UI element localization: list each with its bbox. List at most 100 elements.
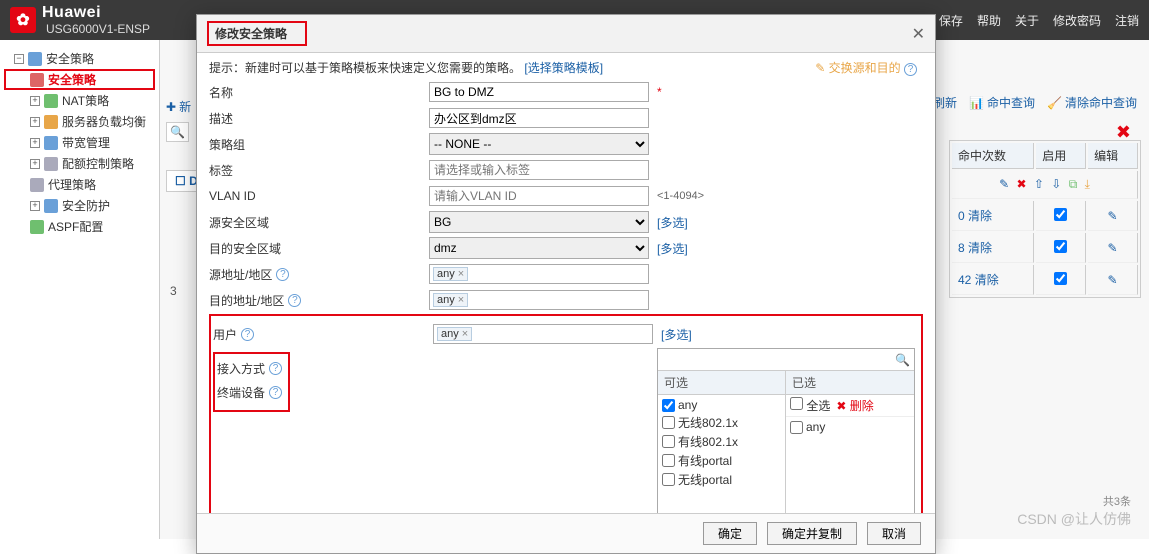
plus-icon[interactable]: + xyxy=(30,96,40,106)
search-icon[interactable]: 🔍 xyxy=(166,122,189,142)
minus-icon[interactable]: − xyxy=(14,54,24,64)
new-button[interactable]: ✚ 新 xyxy=(166,98,191,115)
remove-tag-icon[interactable]: × xyxy=(462,328,468,340)
brand-logo: ✿ Huawei USG6000V1-ENSP xyxy=(10,4,150,36)
edit-row-icon[interactable]: ✎ xyxy=(1108,273,1118,287)
dialog-title: 修改安全策略 xyxy=(207,21,307,46)
dialog-titlebar: 修改安全策略 ✕ xyxy=(197,15,935,53)
tree-item-slb[interactable]: +服务器负载均衡 xyxy=(4,111,155,132)
remove-tag-icon[interactable]: × xyxy=(458,268,464,280)
user-label: 用户? xyxy=(213,326,433,343)
group-select[interactable]: -- NONE -- xyxy=(429,133,649,155)
move-down-icon[interactable]: ⇩ xyxy=(1051,177,1061,191)
plus-icon[interactable]: + xyxy=(30,117,40,127)
slb-icon xyxy=(44,115,58,129)
help-link[interactable]: 帮助 xyxy=(977,12,1001,29)
option-wireless-portal[interactable]: 无线portal xyxy=(662,470,781,489)
device-model: USG6000V1-ENSP xyxy=(46,22,150,36)
multi-select-link[interactable]: [多选] xyxy=(661,326,692,343)
selected-list: any xyxy=(786,417,914,513)
option-wired-portal[interactable]: 有线portal xyxy=(662,451,781,470)
tag-chip[interactable]: any× xyxy=(433,293,468,307)
tree-item-proxy[interactable]: 代理策略 xyxy=(4,174,155,195)
bulk-action-row: ✎ ✖ ⇧ ⇩ ⧉ ⤓ xyxy=(952,171,1138,199)
enable-checkbox[interactable] xyxy=(1054,208,1067,221)
plus-icon[interactable]: + xyxy=(30,138,40,148)
help-icon[interactable]: ? xyxy=(904,63,917,76)
table-row: 8 清除 ✎ xyxy=(952,233,1138,263)
export-icon[interactable]: ⤓ xyxy=(1085,177,1090,191)
hit-query-button[interactable]: 📊 命中查询 xyxy=(969,94,1035,111)
move-up-icon[interactable]: ⇧ xyxy=(1034,177,1044,191)
swap-src-dst-link[interactable]: ✎ 交换源和目的 ? xyxy=(815,59,917,76)
user-field[interactable]: any× xyxy=(433,324,653,344)
tree-item-aspf[interactable]: ASPF配置 xyxy=(4,216,155,237)
srcaddr-label: 源地址/地区? xyxy=(209,266,429,283)
plus-icon[interactable]: + xyxy=(30,159,40,169)
dialog-cancel-button[interactable]: 取消 xyxy=(867,522,921,545)
name-input[interactable] xyxy=(429,82,649,102)
enable-checkbox[interactable] xyxy=(1054,272,1067,285)
search-icon[interactable]: 🔍 xyxy=(895,353,910,367)
dstzone-select[interactable]: dmz xyxy=(429,237,649,259)
option-wired-8021x[interactable]: 有线802.1x xyxy=(662,432,781,451)
srcaddr-field[interactable]: any× xyxy=(429,264,649,284)
tag-chip[interactable]: any× xyxy=(433,267,468,281)
hits-cell[interactable]: 0 清除 xyxy=(952,201,1034,231)
srczone-select[interactable]: BG xyxy=(429,211,649,233)
edit-icon[interactable]: ✎ xyxy=(999,177,1009,191)
dstaddr-field[interactable]: any× xyxy=(429,290,649,310)
table-row: 0 清除 ✎ xyxy=(952,201,1138,231)
delete-selected-button[interactable]: ✖ 删除 xyxy=(836,397,873,414)
help-icon[interactable]: ? xyxy=(241,328,254,341)
proxy-icon xyxy=(30,178,44,192)
hits-cell[interactable]: 8 清除 xyxy=(952,233,1034,263)
picker-search[interactable]: 🔍 xyxy=(658,349,914,371)
tree-item-security-policy[interactable]: 安全策略 xyxy=(4,69,155,90)
close-icon[interactable]: ✕ xyxy=(912,24,925,44)
about-link[interactable]: 关于 xyxy=(1015,12,1039,29)
hits-cell[interactable]: 42 清除 xyxy=(952,265,1034,295)
save-link[interactable]: 保存 xyxy=(939,12,963,29)
help-icon[interactable]: ? xyxy=(276,268,289,281)
copy-icon[interactable]: ⧉ xyxy=(1069,177,1078,191)
edit-row-icon[interactable]: ✎ xyxy=(1108,241,1118,255)
dialog-ok-copy-button[interactable]: 确定并复制 xyxy=(767,522,857,545)
logout-link[interactable]: 注销 xyxy=(1115,12,1139,29)
plus-icon[interactable]: + xyxy=(30,201,40,211)
help-icon[interactable]: ? xyxy=(288,294,301,307)
remove-tag-icon[interactable]: × xyxy=(458,294,464,306)
available-list: any 无线802.1x 有线802.1x 有线portal 无线portal xyxy=(658,395,785,513)
select-template-link[interactable]: [选择策略模板] xyxy=(524,61,603,75)
help-icon[interactable]: ? xyxy=(269,362,282,375)
tree-item-bandwidth[interactable]: +带宽管理 xyxy=(4,132,155,153)
highlighted-region: 用户?any×[多选] 接入方式? 终端设备? 🔍 可选 any xyxy=(209,314,923,513)
multi-select-link[interactable]: [多选] xyxy=(657,214,688,231)
tree-root[interactable]: −安全策略 xyxy=(4,48,155,69)
option-wireless-8021x[interactable]: 无线802.1x xyxy=(662,413,781,432)
change-pwd-link[interactable]: 修改密码 xyxy=(1053,12,1101,29)
clear-hit-button[interactable]: 🧹 清除命中查询 xyxy=(1047,94,1137,111)
tag-input[interactable] xyxy=(429,160,649,180)
dialog-ok-button[interactable]: 确定 xyxy=(703,522,757,545)
vlan-range: <1-4094> xyxy=(657,190,704,202)
enable-checkbox[interactable] xyxy=(1054,240,1067,253)
desc-input[interactable] xyxy=(429,108,649,128)
tree-item-security-defense[interactable]: +安全防护 xyxy=(4,195,155,216)
nav-tree: −安全策略 安全策略 +NAT策略 +服务器负载均衡 +带宽管理 +配额控制策略… xyxy=(0,40,160,539)
help-icon[interactable]: ? xyxy=(269,386,282,399)
delete-icon[interactable]: ✖ xyxy=(1016,177,1026,191)
watermark: CSDN @让人仿佛 xyxy=(1017,509,1131,529)
vlan-input[interactable] xyxy=(429,186,649,206)
selected-toolbar: 全选 ✖ 删除 xyxy=(786,395,914,417)
folder-icon xyxy=(28,52,42,66)
option-any[interactable]: any xyxy=(662,397,781,413)
access-method-picker: 🔍 可选 any 无线802.1x 有线802.1x 有线portal 无线po… xyxy=(657,348,915,513)
tree-item-nat[interactable]: +NAT策略 xyxy=(4,90,155,111)
tree-item-quota[interactable]: +配额控制策略 xyxy=(4,153,155,174)
multi-select-link[interactable]: [多选] xyxy=(657,240,688,257)
select-all-checkbox[interactable]: 全选 xyxy=(790,397,830,414)
selected-item[interactable]: any xyxy=(790,419,910,435)
edit-row-icon[interactable]: ✎ xyxy=(1108,209,1118,223)
tag-chip[interactable]: any× xyxy=(437,327,472,341)
